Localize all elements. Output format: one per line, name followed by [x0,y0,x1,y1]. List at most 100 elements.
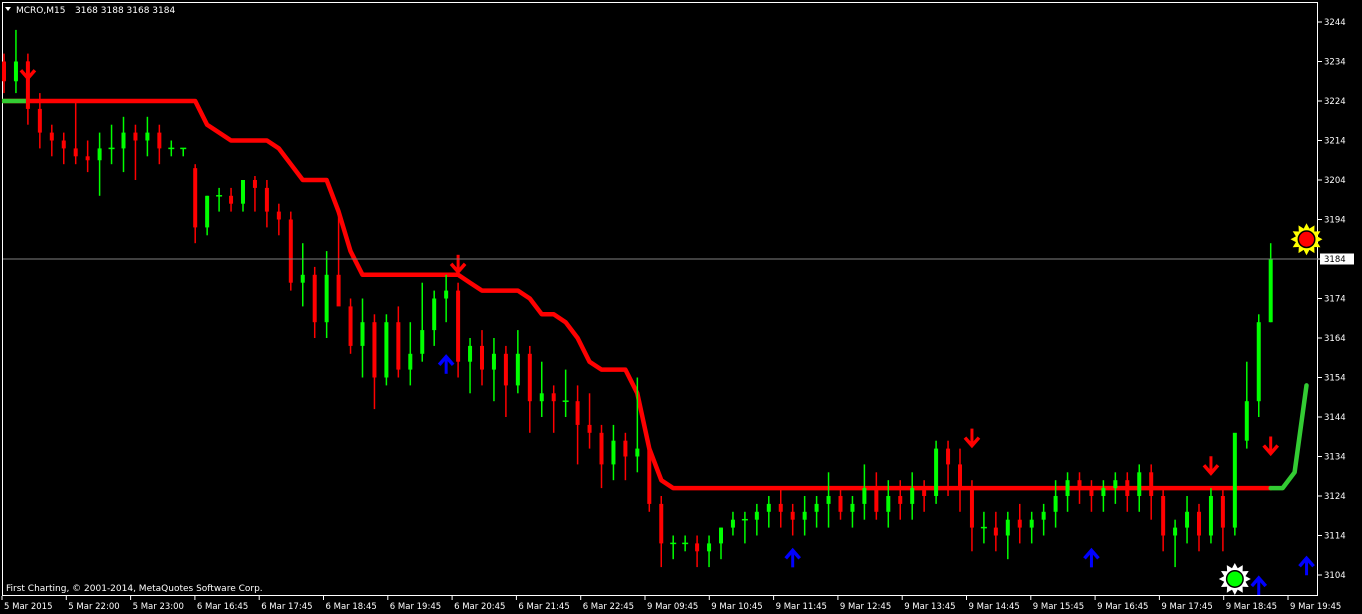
candle-body [157,132,162,149]
up-arrow-icon [784,547,802,568]
down-arrow-icon [19,61,37,81]
candle-body [1137,472,1142,496]
y-tick-label: 3174 [1324,295,1346,305]
candle-body [1077,480,1082,489]
y-tick-label: 3114 [1324,532,1346,542]
candle-body [300,274,305,283]
candle-body [1197,511,1201,536]
x-tick-label: 9 Mar 19:45 [1290,602,1341,612]
y-tick-label: 3164 [1324,334,1346,344]
candle-body [886,496,891,512]
x-tick-label: 9 Mar 12:45 [840,602,891,612]
sun-signal-icon [1218,563,1251,595]
copyright-text: First Charting, © 2001-2014, MetaQuotes … [6,584,263,594]
candle-body [695,543,700,552]
up-arrow-icon [1250,575,1268,595]
candle-body [874,488,879,512]
y-tick-label: 3144 [1324,413,1346,423]
x-tick-label: 6 Mar 16:45 [197,602,248,612]
x-tick-label: 9 Mar 11:45 [776,602,827,612]
candle-body [1101,488,1106,496]
sun-signal-core [1299,231,1315,247]
candle-body [934,448,939,496]
candle-body [252,180,257,188]
candle-body [396,322,401,370]
y-tick-label: 3104 [1324,571,1346,581]
candle-body [814,503,819,512]
candle-body [1029,519,1034,528]
candle-body [826,496,831,504]
x-tick-label: 6 Mar 18:45 [326,602,377,612]
candle-body [1089,488,1094,496]
price-axis: 3244 3234 3224 3214 3204 3194 3184 3174 3164 3154… [1318,18,1346,581]
sun-signal-core [1227,571,1243,587]
candle-body [958,464,962,489]
candle-body [97,148,102,161]
candle-body [264,187,269,212]
candle-body [2,61,6,82]
candle-body [1065,480,1070,496]
up-arrow-icon [1298,555,1315,576]
down-arrow-icon [963,428,981,449]
candle-body [1244,401,1249,441]
candle-body [1005,519,1010,536]
candle-body [754,511,759,520]
y-tick-label: 3204 [1324,176,1346,186]
candle-body [659,503,664,544]
candle-body [503,353,508,386]
candle-body [611,440,616,465]
y-tick-label: 3244 [1324,18,1346,28]
current-price-label: 3184 [1324,255,1346,265]
candle-body [862,488,867,504]
ohlc-label: 3168 3188 3168 3184 [75,6,175,16]
candle-body [575,401,580,425]
candle-body [1220,496,1225,528]
down-arrow-icon [1202,456,1220,476]
symbol-menu-icon[interactable] [5,7,11,11]
y-tick-label: 3214 [1324,137,1346,147]
up-arrow-icon [437,354,455,374]
candle-body [707,543,712,552]
candle-body [898,496,903,504]
candle-body [1017,519,1022,528]
candle-body [444,290,449,299]
candle-body [133,132,138,141]
candle-body [13,61,18,82]
candle-body [922,488,927,496]
candle-body [719,527,723,544]
candle-body [1041,511,1046,520]
candle-body [850,503,855,512]
candle-body [838,496,843,512]
candle-body [276,211,281,220]
x-tick-label: 9 Mar 15:45 [1033,602,1084,612]
x-tick-label: 9 Mar 10:45 [711,602,762,612]
x-tick-label: 9 Mar 16:45 [1097,602,1148,612]
candle-body [408,353,413,370]
candle-body [480,345,484,370]
candle-body [587,424,592,433]
candle-body [372,322,377,378]
candle-body [324,274,329,323]
candle-body [37,108,42,133]
candle-body [515,353,520,386]
candle-body [1268,259,1273,323]
chart-window: 3244 3234 3224 3214 3204 3194 3184 3174 3164 3154… [0,0,1362,614]
candle-body [85,156,90,161]
y-tick-label: 3124 [1324,492,1346,502]
candle-body [599,432,604,465]
price-chart[interactable]: 3244 3234 3224 3214 3204 3194 3184 3174 3164 3154… [0,0,1362,614]
candle-body [384,322,389,378]
candle-body [1173,527,1178,536]
candle-body [623,440,628,457]
candle-body [527,353,532,402]
candle-body [778,503,783,512]
x-tick-label: 9 Mar 09:45 [647,602,698,612]
candle-body [969,488,974,528]
x-tick-label: 5 Mar 2015 [4,602,52,612]
candle-body [468,345,473,362]
candle-body [73,148,78,157]
candle-body [1149,472,1154,496]
y-tick-label: 3234 [1324,58,1346,68]
candle-body [1185,511,1190,528]
candle-body [1232,432,1237,528]
